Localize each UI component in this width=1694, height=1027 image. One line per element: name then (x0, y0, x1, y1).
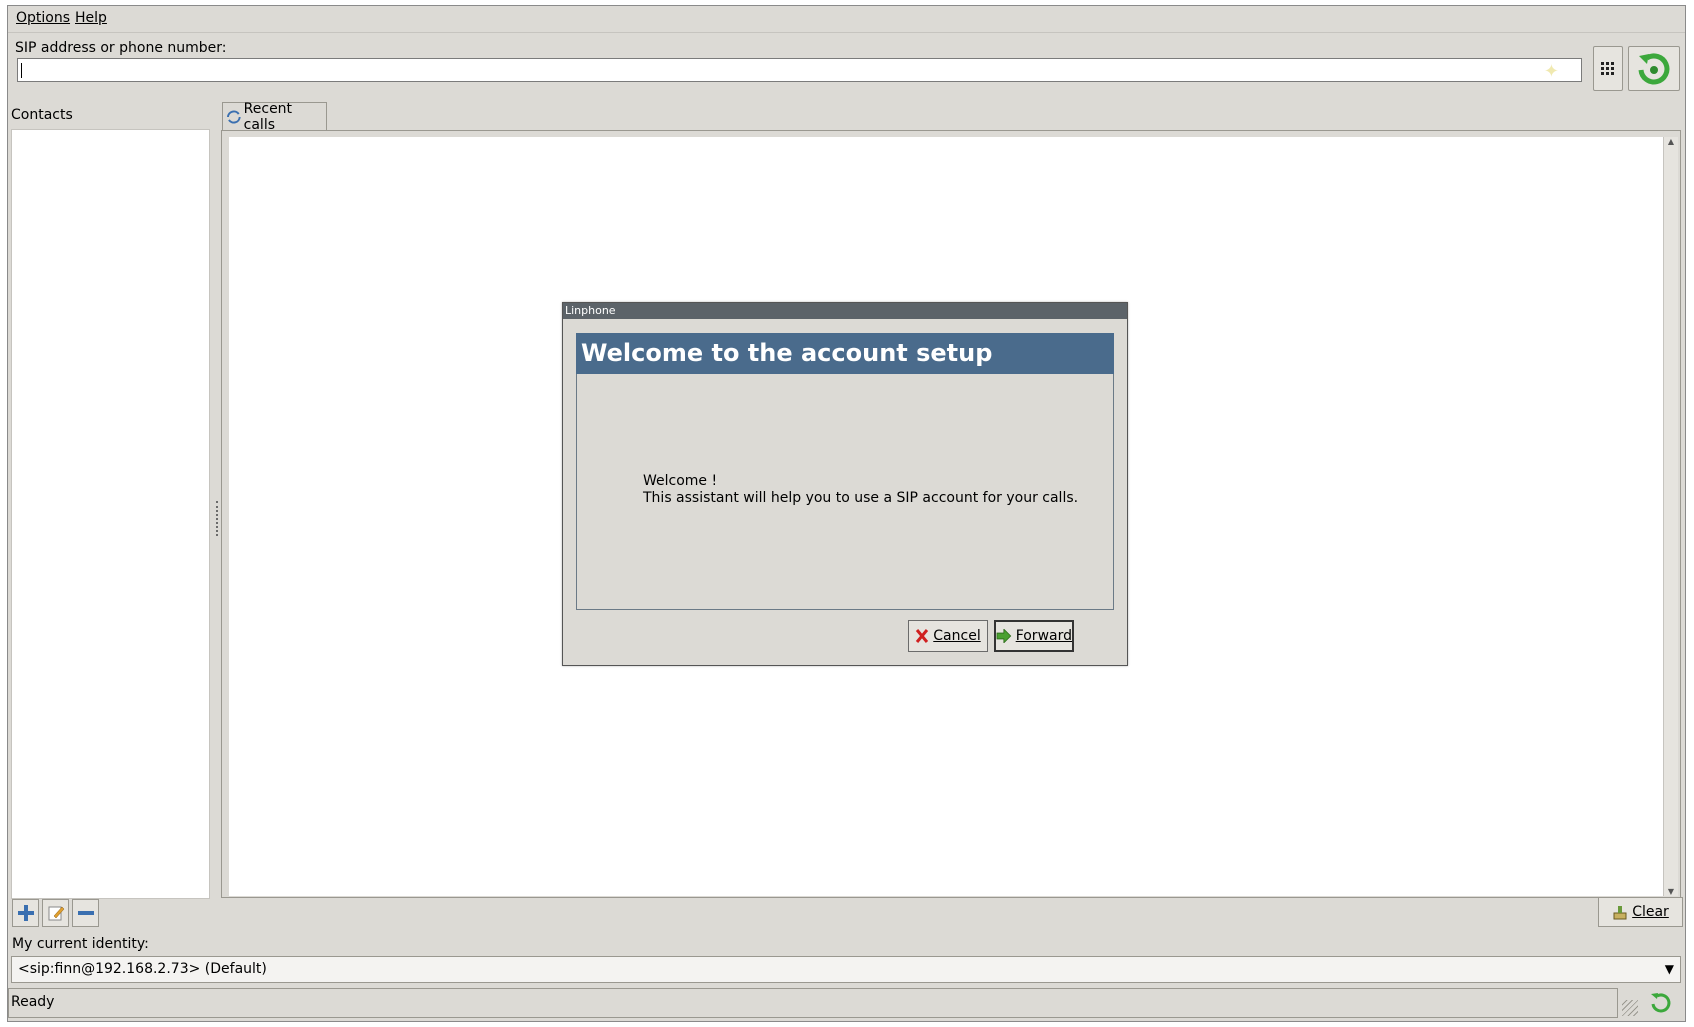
add-contact-button[interactable] (12, 899, 39, 927)
welcome-line: Welcome ! (643, 473, 718, 489)
assistant-description: This assistant will help you to use a SI… (643, 490, 1079, 506)
tab-label: Recent calls (243, 100, 293, 133)
status-bar: Ready (8, 988, 1618, 1018)
resize-grip[interactable] (1622, 1000, 1638, 1016)
dialpad-icon (1601, 61, 1614, 75)
dialog-message: Welcome ! This assistant will help you t… (643, 473, 1078, 507)
vertical-scrollbar[interactable]: ▲ ▼ (1663, 137, 1678, 896)
clear-icon (1613, 906, 1627, 920)
identity-dropdown[interactable]: <sip:finn@192.168.2.73> (Default) ▼ (11, 956, 1681, 983)
tab-recent-calls[interactable]: Recent calls (222, 100, 327, 133)
dialpad-button[interactable] (1593, 46, 1623, 91)
chevron-down-icon[interactable]: ▼ (1665, 962, 1674, 976)
edit-contact-icon (48, 906, 64, 921)
forward-icon (996, 629, 1012, 643)
call-icon (1638, 53, 1670, 84)
menu-help[interactable]: Help (75, 10, 107, 26)
star-icon[interactable]: ✦ (1544, 61, 1559, 82)
status-text: Ready (11, 994, 55, 1010)
forward-button[interactable]: Forward (994, 620, 1074, 652)
scroll-up-icon[interactable]: ▲ (1664, 137, 1678, 146)
remove-contact-button[interactable] (72, 899, 99, 927)
add-contact-icon (17, 905, 34, 921)
contacts-list[interactable] (11, 129, 210, 899)
dialog-body: Welcome ! This assistant will help you t… (576, 374, 1114, 610)
remove-contact-icon (77, 911, 94, 915)
clear-button[interactable]: Clear (1598, 897, 1683, 927)
linphone-logo-icon (1648, 991, 1674, 1019)
text-caret (21, 63, 22, 78)
call-button[interactable] (1628, 46, 1680, 91)
identity-label: My current identity: (12, 936, 149, 952)
forward-label: Forward (1015, 628, 1072, 644)
setup-assistant-dialog: Linphone Welcome to the account setup as… (562, 302, 1128, 666)
identity-value: <sip:finn@192.168.2.73> (Default) (18, 961, 267, 977)
scroll-down-icon[interactable]: ▼ (1664, 887, 1678, 896)
contacts-label: Contacts (11, 107, 73, 123)
dialog-header: Welcome to the account setup assistant (576, 333, 1114, 408)
sip-address-label: SIP address or phone number: (15, 40, 227, 56)
sip-address-input[interactable]: ✦ (17, 58, 1582, 82)
cancel-icon (916, 629, 929, 643)
edit-contact-button[interactable] (42, 899, 69, 927)
dialog-titlebar[interactable]: Linphone (563, 303, 1127, 319)
menu-options[interactable]: Options (16, 10, 70, 26)
clear-label: Clear (1632, 904, 1669, 920)
recent-calls-icon (226, 109, 241, 124)
cancel-button[interactable]: Cancel (908, 620, 988, 652)
menubar: Options Help (8, 6, 1685, 33)
cancel-label: Cancel (933, 628, 981, 644)
